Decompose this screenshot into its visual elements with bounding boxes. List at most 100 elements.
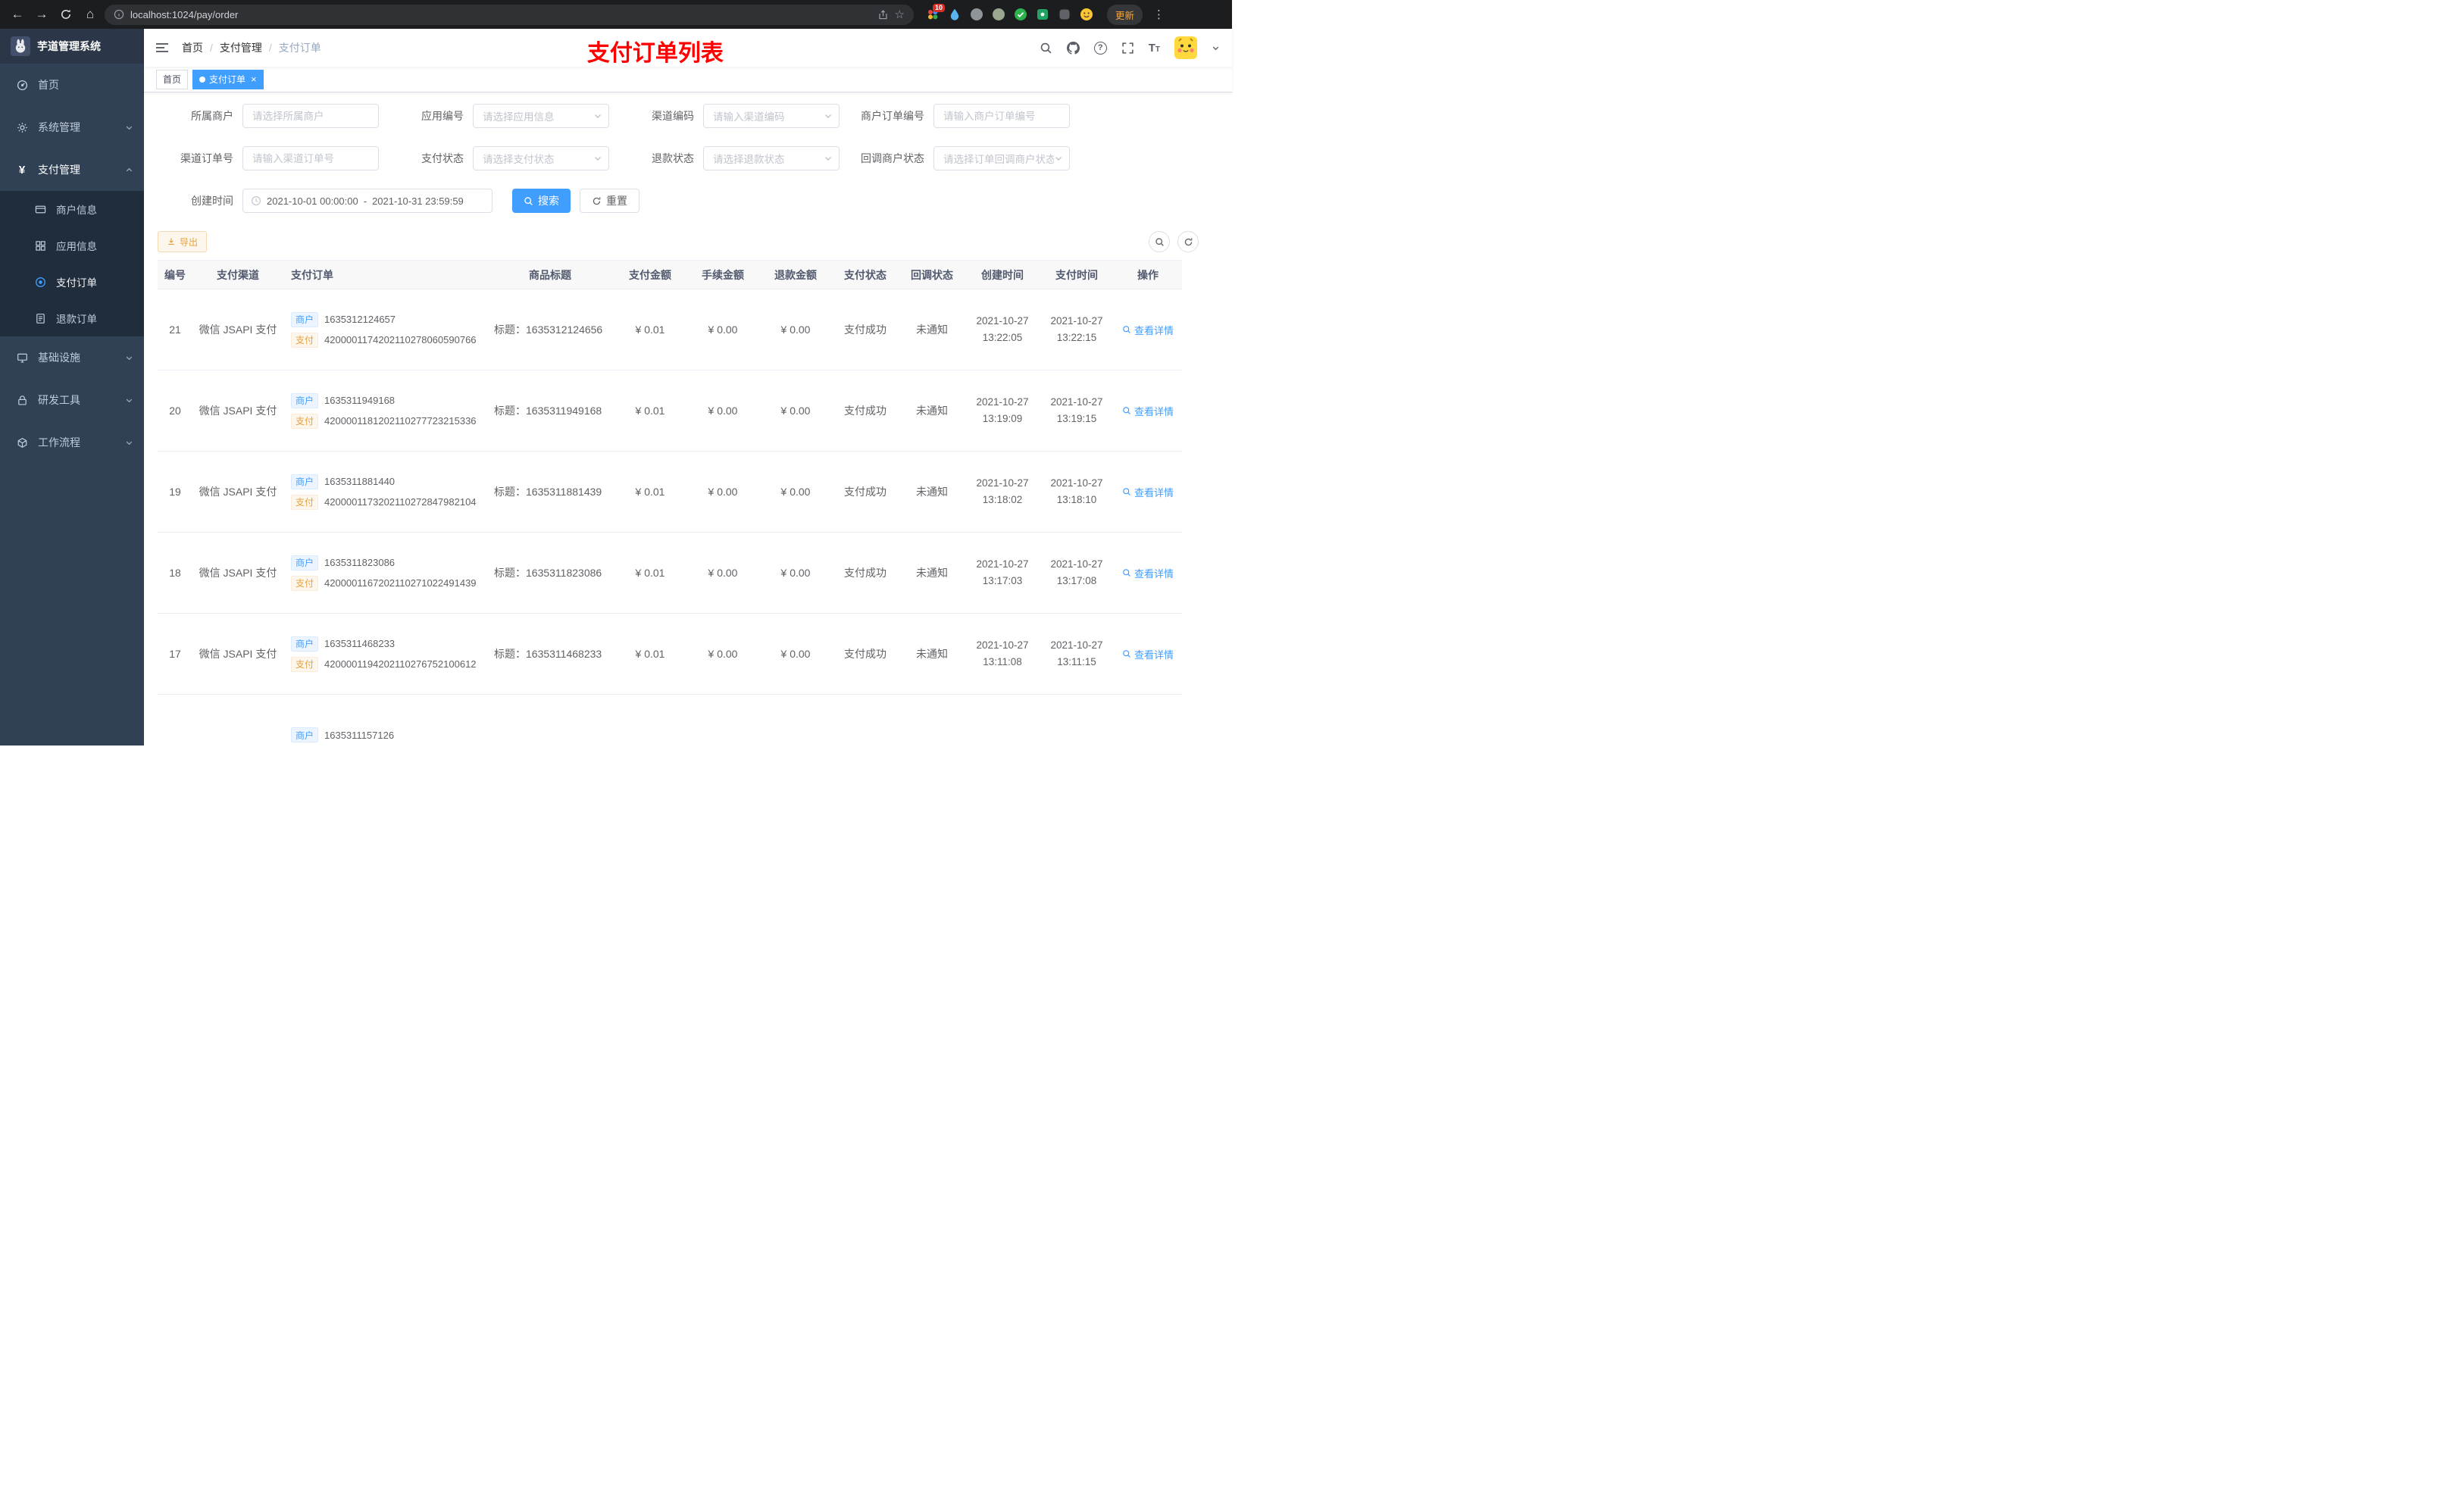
view-detail-link[interactable]: 查看详情 (1122, 647, 1174, 661)
channel-code-select[interactable]: 请输入渠道编码 (703, 104, 840, 128)
extension-drop-icon[interactable] (948, 8, 962, 21)
view-detail-link[interactable]: 查看详情 (1122, 485, 1174, 499)
sidebar-item-home[interactable]: 首页 (0, 64, 144, 106)
merchant-tag: 商户 (291, 474, 319, 489)
chevron-down-icon (126, 399, 133, 402)
extension-chat-icon[interactable] (1036, 8, 1049, 21)
pay-time-cell: 2021-10-27 13:19:15 (1040, 370, 1114, 452)
sidebar-item-system[interactable]: 系统管理 (0, 106, 144, 148)
pay-status: 支付成功 (832, 451, 899, 533)
chevron-down-icon (126, 126, 133, 130)
sidebar-item-app-info[interactable]: 应用信息 (0, 227, 144, 264)
pay-amount: ¥ 0.01 (614, 289, 686, 370)
notify-status: 未通知 (899, 532, 965, 614)
toggle-search-button[interactable] (1149, 231, 1170, 252)
tab-home[interactable]: 首页 (156, 69, 189, 89)
extension-green-check-icon[interactable] (1014, 8, 1027, 21)
github-icon[interactable] (1066, 41, 1080, 55)
extension-dark-icon[interactable] (1058, 8, 1071, 21)
sidebar-item-payment[interactable]: ¥ 支付管理 (0, 148, 144, 191)
date-start[interactable]: 2021-10-01 00:00:00 (267, 195, 358, 207)
share-icon[interactable] (877, 9, 889, 20)
breadcrumb-home[interactable]: 首页 (182, 40, 203, 55)
bookmark-star-icon[interactable]: ☆ (895, 8, 905, 21)
extension-dots-icon[interactable]: 10 (926, 4, 945, 21)
hamburger-icon[interactable] (156, 41, 170, 55)
chevron-down-icon (1055, 157, 1062, 161)
sidebar-item-pay-order[interactable]: 支付订单 (0, 264, 144, 300)
lock-icon (15, 395, 29, 406)
search-icon (1123, 326, 1130, 333)
pay-transaction-no: 4200001173202110272847982104 (324, 496, 477, 508)
merchant-tag: 商户 (291, 636, 319, 652)
refund-status-select[interactable]: 请选择退款状态 (703, 146, 840, 170)
merchant-order-no: 1635311823086 (324, 557, 396, 568)
sidebar-item-refund-order[interactable]: 退款订单 (0, 300, 144, 336)
view-detail-link[interactable]: 查看详情 (1122, 404, 1174, 418)
monitor-icon (15, 352, 29, 364)
address-bar[interactable]: localhost:1024/pay/order ☆ (105, 4, 914, 25)
browser-menu-icon[interactable]: ⋮ (1153, 8, 1165, 21)
sidebar-item-dev-tools[interactable]: 研发工具 (0, 379, 144, 421)
pay-channel: 微信 JSAPI 支付 (192, 289, 283, 370)
close-icon[interactable]: × (251, 74, 257, 84)
pay-status-select[interactable]: 请选择支付状态 (473, 146, 609, 170)
extension-grey-icon[interactable] (970, 8, 983, 21)
help-icon[interactable]: ? (1093, 41, 1107, 55)
order-id: 18 (158, 532, 192, 614)
breadcrumb-payment[interactable]: 支付管理 (220, 40, 262, 55)
actions-cell: 查看详情 (1114, 613, 1182, 695)
browser-update-button[interactable]: 更新 (1107, 4, 1143, 25)
view-detail-link[interactable]: 查看详情 (1122, 566, 1174, 580)
grid-icon (33, 240, 47, 252)
merchant-input[interactable] (242, 104, 379, 128)
create-time-range-picker[interactable]: 2021-10-01 00:00:00 - 2021-10-31 23:59:5… (242, 189, 492, 213)
bankcard-icon (33, 204, 47, 215)
product-title-cell (486, 694, 614, 746)
browser-back-icon[interactable]: ← (8, 5, 27, 24)
extension-face-icon[interactable] (1080, 8, 1093, 21)
url-text[interactable]: localhost:1024/pay/order (130, 9, 871, 20)
search-button[interactable]: 搜索 (512, 189, 571, 213)
export-button[interactable]: 导出 (158, 231, 208, 252)
table-row: 商户 1635311157126 (158, 694, 1182, 746)
notify-status-select[interactable]: 请选择订单回调商户状态 (933, 146, 1070, 170)
order-table-body: 21 微信 JSAPI 支付 商户 1635312124657 支付 42000… (158, 289, 1182, 746)
pay-transaction-no: 4200001174202110278060590766 (324, 334, 477, 345)
col-title: 商品标题 (486, 260, 614, 289)
sidebar-item-merchant-info[interactable]: 商户信息 (0, 191, 144, 227)
app-select[interactable]: 请选择应用信息 (473, 104, 609, 128)
font-size-icon[interactable]: TT (1149, 42, 1160, 54)
table-row: 18 微信 JSAPI 支付 商户 1635311823086 支付 42000… (158, 532, 1182, 614)
browser-forward-icon[interactable]: → (32, 5, 52, 24)
yen-icon: ¥ (18, 163, 26, 177)
browser-home-icon[interactable]: ⌂ (80, 5, 100, 24)
merchant-order-no-input[interactable] (933, 104, 1070, 128)
site-info-icon[interactable] (114, 9, 124, 20)
screen: ← → ⌂ localhost:1024/pay/order ☆ 10 更新 ⋮… (0, 0, 1232, 746)
fee-amount: ¥ 0.00 (686, 451, 759, 533)
col-channel: 支付渠道 (192, 260, 283, 289)
search-icon[interactable] (1040, 42, 1052, 55)
create-time-cell: 2021-10-27 13:11:08 (965, 613, 1040, 695)
fee-amount: ¥ 0.00 (686, 370, 759, 452)
table-row: 17 微信 JSAPI 支付 商户 1635311468233 支付 42000… (158, 613, 1182, 695)
fullscreen-icon[interactable] (1121, 42, 1134, 55)
channel-order-no-input[interactable] (242, 146, 379, 170)
view-detail-link[interactable]: 查看详情 (1122, 323, 1174, 337)
sidebar-item-workflow[interactable]: 工作流程 (0, 421, 144, 464)
avatar[interactable] (1174, 36, 1197, 59)
date-end[interactable]: 2021-10-31 23:59:59 (372, 195, 464, 207)
tab-pay-order[interactable]: 支付订单 × (192, 69, 264, 89)
reset-button[interactable]: 重置 (580, 189, 639, 213)
browser-reload-icon[interactable] (56, 5, 76, 24)
app-logo[interactable]: 芋道管理系统 (0, 29, 144, 64)
refresh-table-button[interactable] (1177, 231, 1199, 252)
pay-time-cell: 2021-10-27 13:18:10 (1040, 451, 1114, 533)
pay-status: 支付成功 (832, 289, 899, 370)
extension-grey2-icon[interactable] (992, 8, 1005, 21)
cube-icon (15, 437, 29, 449)
create-time-cell (965, 694, 1040, 746)
sidebar-item-infra[interactable]: 基础设施 (0, 336, 144, 379)
avatar-caret-icon[interactable] (1212, 44, 1220, 52)
